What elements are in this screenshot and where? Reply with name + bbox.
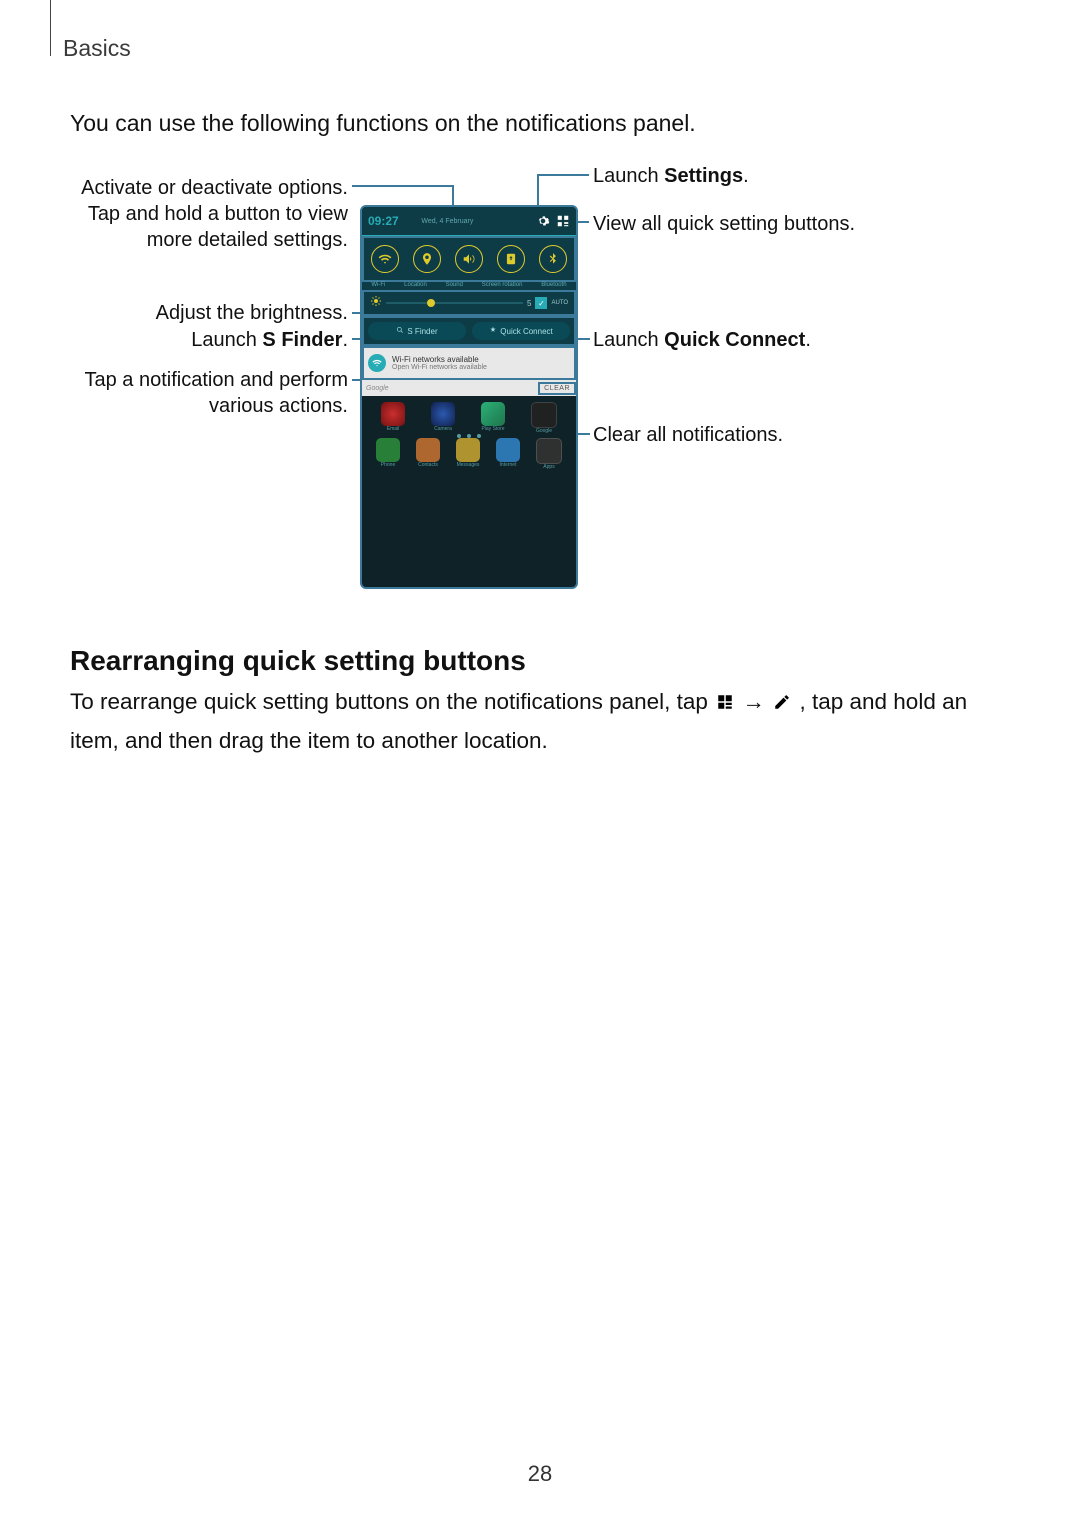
search-icon (396, 326, 404, 336)
arrow-icon: → (742, 689, 765, 714)
home-screen-dimmed: Email Camera Play Store Google Phone Con… (362, 396, 576, 476)
callout-line (352, 185, 452, 187)
settings-icon[interactable] (536, 214, 550, 228)
text: . (743, 165, 749, 187)
text-bold: Settings (664, 165, 743, 187)
callout-line (537, 174, 589, 176)
header-rule (50, 0, 51, 56)
text: Launch (191, 329, 262, 351)
label: Email (381, 426, 405, 432)
label: Camera (431, 426, 455, 432)
notif-subtitle: Open Wi-Fi networks available (392, 364, 487, 371)
grid-icon (716, 685, 734, 722)
intro-text: You can use the following functions on t… (70, 110, 696, 137)
clock-date: Wed, 4 February (421, 218, 473, 225)
label: Quick Connect (500, 327, 552, 336)
phone-screenshot: 09:27 Wed, 4 February W (360, 205, 578, 589)
sound-icon[interactable] (455, 245, 483, 273)
callout-quick-options: Activate or deactivate options. Tap and … (70, 175, 348, 253)
subheading: Rearranging quick setting buttons (70, 645, 526, 677)
label: Contacts (416, 462, 440, 468)
camera-app-icon (431, 402, 455, 426)
auto-brightness-checkbox[interactable]: ✓ (535, 297, 547, 309)
brightness-slider[interactable] (386, 302, 523, 304)
clear-row: Google CLEAR (362, 380, 576, 396)
page-number: 28 (0, 1461, 1080, 1487)
text: . (342, 329, 348, 351)
grid-icon[interactable] (556, 214, 570, 228)
text: To rearrange quick setting buttons on th… (70, 689, 714, 714)
label: Bluetooth (541, 282, 566, 288)
email-app-icon (381, 402, 405, 426)
label: Sound (446, 282, 463, 288)
text-bold: S Finder (262, 329, 342, 351)
clear-button[interactable]: CLEAR (538, 382, 576, 395)
finder-row: S Finder Quick Connect (362, 316, 576, 346)
notification-item[interactable]: Wi-Fi networks available Open Wi-Fi netw… (362, 346, 576, 380)
auto-label: AUTO (551, 300, 568, 306)
label: Location (404, 282, 427, 288)
quick-settings-labels: Wi-Fi Location Sound Screen rotation Blu… (362, 282, 576, 290)
pencil-icon (773, 685, 791, 722)
diagram: Activate or deactivate options. Tap and … (70, 155, 1010, 595)
messages-app-icon (456, 438, 480, 462)
phone-app-icon (376, 438, 400, 462)
brightness-icon (370, 294, 382, 312)
callout-notification: Tap a notification and perform various a… (70, 367, 348, 419)
label: Screen rotation (482, 282, 523, 288)
contacts-app-icon (416, 438, 440, 462)
brightness-row[interactable]: 5 ✓ AUTO (362, 290, 576, 316)
text-bold: Quick Connect (664, 329, 805, 351)
status-bar: 09:27 Wed, 4 February (362, 207, 576, 236)
notif-title: Wi-Fi networks available (392, 355, 487, 364)
label: Play Store (481, 426, 505, 432)
label: Internet (496, 462, 520, 468)
google-search-hint: Google (366, 385, 389, 392)
label: Messages (456, 462, 480, 468)
google-folder-icon (531, 402, 557, 428)
text: Launch (593, 165, 664, 187)
quick-settings-row[interactable] (362, 236, 576, 282)
apps-drawer-icon (536, 438, 562, 464)
wifi-icon[interactable] (371, 245, 399, 273)
playstore-app-icon (481, 402, 505, 426)
label: Wi-Fi (371, 282, 385, 288)
rotation-icon[interactable] (497, 245, 525, 273)
callout-settings: Launch Settings. (593, 163, 749, 189)
location-icon[interactable] (413, 245, 441, 273)
section-header: Basics (63, 35, 131, 62)
sfinder-button[interactable]: S Finder (368, 322, 466, 340)
clock-time: 09:27 (368, 214, 399, 228)
text: . (805, 329, 811, 351)
label: Apps (536, 464, 562, 470)
callout-clear: Clear all notifications. (593, 422, 783, 448)
internet-app-icon (496, 438, 520, 462)
quickconnect-button[interactable]: Quick Connect (472, 322, 570, 340)
callout-sfinder: Launch S Finder. (70, 327, 348, 353)
callout-viewall: View all quick setting buttons. (593, 211, 855, 237)
brightness-value: 5 (527, 299, 531, 308)
wifi-icon (368, 354, 386, 372)
quickconnect-icon (489, 326, 497, 336)
label: S Finder (407, 327, 437, 336)
bluetooth-icon[interactable] (539, 245, 567, 273)
label: Phone (376, 462, 400, 468)
paragraph: To rearrange quick setting buttons on th… (70, 683, 1000, 759)
text: Launch (593, 329, 664, 351)
callout-brightness: Adjust the brightness. (70, 300, 348, 326)
callout-quickconnect: Launch Quick Connect. (593, 327, 811, 353)
